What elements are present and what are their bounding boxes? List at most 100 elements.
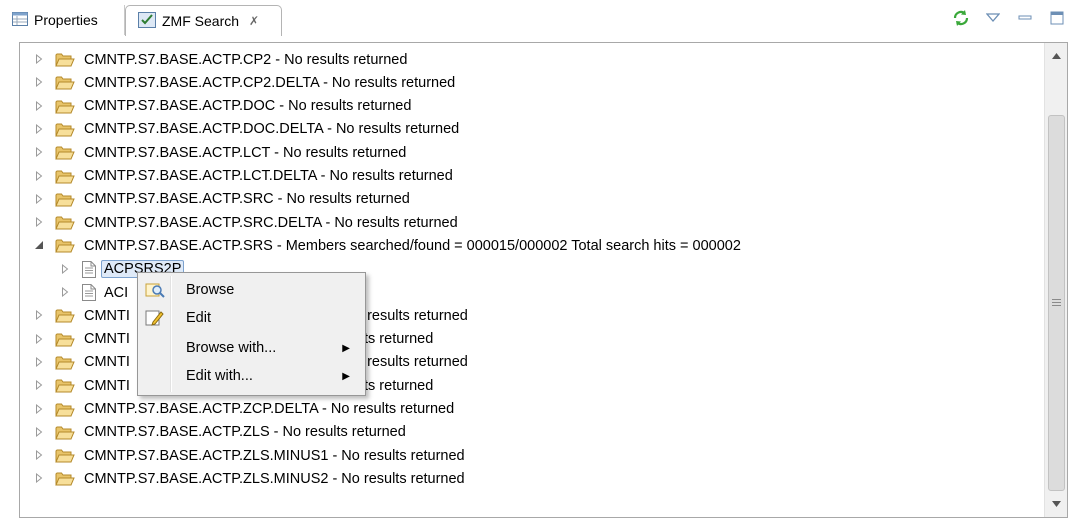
tree-item-label: CMNTP.S7.BASE.ACTP.CP2 - No results retu… <box>84 51 408 68</box>
folder-icon <box>55 145 75 165</box>
maximize-icon[interactable] <box>1048 9 1066 27</box>
tree-item-dataset[interactable]: CMNTP.S7.BASE.ACTP.LCT.DELTA - No result… <box>20 165 1040 188</box>
menu-item-edit-with[interactable]: Edit with... ▶ <box>141 362 362 390</box>
refresh-icon[interactable] <box>952 9 970 27</box>
submenu-arrow-icon: ▶ <box>342 342 350 354</box>
folder-icon <box>55 238 75 258</box>
expanded-arrow-icon[interactable] <box>34 240 44 250</box>
tree-item-dataset[interactable]: CMNTP.S7.BASE.ACTP.SRC - No results retu… <box>20 188 1040 211</box>
view-tab-bar: Properties ZMF Search ✗ <box>0 0 1076 36</box>
folder-icon <box>55 308 75 328</box>
menu-item-browse-label: Browse <box>186 282 235 298</box>
folder-icon <box>55 471 75 491</box>
collapsed-arrow-icon[interactable] <box>34 147 44 158</box>
tree-item-label: CMNTP.S7.BASE.ACTP.DOC - No results retu… <box>84 98 412 115</box>
scroll-grip-line <box>1052 305 1061 306</box>
folder-icon <box>55 122 75 142</box>
scroll-up-arrow-icon[interactable] <box>1045 47 1067 65</box>
tree-item-label: CMNTP.S7.BASE.ACTP.ZLS - No results retu… <box>84 424 406 441</box>
tree-item-dataset[interactable]: CMNTP.S7.BASE.ACTP.ZLS - No results retu… <box>20 421 1040 444</box>
collapsed-arrow-icon[interactable] <box>34 123 44 134</box>
folder-icon <box>55 378 75 398</box>
minimize-icon[interactable] <box>1016 9 1034 27</box>
tree-item-label: CMNTP.S7.BASE.ACTP.DOC.DELTA - No result… <box>84 121 460 138</box>
collapsed-arrow-icon[interactable] <box>34 310 44 321</box>
folder-icon <box>55 169 75 189</box>
tree-item-dataset[interactable]: CMNTP.S7.BASE.ACTP.SRS - Members searche… <box>20 234 1040 257</box>
scroll-grip-line <box>1052 302 1061 303</box>
tab-zmf-search-label: ZMF Search <box>162 13 240 29</box>
folder-icon <box>55 402 75 422</box>
collapsed-arrow-icon[interactable] <box>34 380 44 391</box>
tree-item-label-suffix: o results returned <box>355 354 468 371</box>
collapsed-arrow-icon[interactable] <box>60 263 70 274</box>
submenu-arrow-icon: ▶ <box>342 370 350 382</box>
browse-icon <box>144 280 166 300</box>
collapsed-arrow-icon[interactable] <box>34 403 44 414</box>
collapsed-arrow-icon[interactable] <box>34 193 44 204</box>
tree-item-label: CMNTP.S7.BASE.ACTP.CP2.DELTA - No result… <box>84 74 456 91</box>
collapsed-arrow-icon[interactable] <box>34 54 44 64</box>
menu-item-edit-label: Edit <box>186 310 211 326</box>
collapsed-arrow-icon[interactable] <box>34 217 44 228</box>
scroll-down-arrow-icon[interactable] <box>1045 495 1067 513</box>
tree-item-label: CMNTP.S7.BASE.ACTP.LCT.DELTA - No result… <box>84 168 453 184</box>
view-menu-icon[interactable] <box>984 9 1002 27</box>
menu-item-edit[interactable]: Edit <box>141 304 362 332</box>
tree-item-dataset[interactable]: CMNTP.S7.BASE.ACTP.ZCP.DELTA - No result… <box>20 398 1040 421</box>
tree-item-label: CMNTP.S7.BASE.ACTP.LCT - No results retu… <box>84 144 407 161</box>
tree-item-label: CMNTI <box>84 307 130 324</box>
tree-item-dataset[interactable]: CMNTP.S7.BASE.ACTP.DOC.DELTA - No result… <box>20 118 1040 141</box>
tree-item-dataset[interactable]: CMNTP.S7.BASE.ACTP.CP2 - No results retu… <box>20 48 1040 71</box>
view-toolbar <box>952 9 1066 27</box>
zmf-search-icon <box>138 11 156 31</box>
tree-item-label-suffix: ts returned <box>364 377 434 394</box>
folder-icon <box>55 425 75 445</box>
menu-item-browse-with-label: Browse with... <box>186 340 277 356</box>
tree-item-label-suffix: o results returned <box>355 307 468 324</box>
tree-item-label: ACI <box>104 284 129 301</box>
tree-item-label: CMNTP.S7.BASE.ACTP.SRC.DELTA - No result… <box>84 214 458 231</box>
folder-icon <box>55 99 75 119</box>
tree-item-label: CMNTP.S7.BASE.ACTP.ZLS.MINUS2 - No resul… <box>84 470 465 487</box>
collapsed-arrow-icon[interactable] <box>34 356 44 367</box>
close-icon[interactable]: ✗ <box>249 14 259 28</box>
tab-properties-label: Properties <box>34 12 98 28</box>
folder-icon <box>55 215 75 235</box>
collapsed-arrow-icon[interactable] <box>34 170 44 181</box>
collapsed-arrow-icon[interactable] <box>34 473 44 484</box>
collapsed-arrow-icon[interactable] <box>34 100 44 111</box>
context-menu: Browse Edit Browse with... ▶ Edit with..… <box>137 272 366 396</box>
tree-item-label: CMNTP.S7.BASE.ACTP.ZLS.MINUS1 - No resul… <box>84 447 465 464</box>
tree-item-label: CMNTP.S7.BASE.ACTP.SRS - Members searche… <box>84 237 741 254</box>
scrollbar-thumb[interactable] <box>1048 115 1065 491</box>
folder-icon <box>55 75 75 95</box>
scroll-grip-line <box>1052 299 1061 300</box>
tree-item-dataset[interactable]: CMNTP.S7.BASE.ACTP.LCT - No results retu… <box>20 141 1040 164</box>
folder-icon <box>55 448 75 468</box>
menu-item-edit-with-label: Edit with... <box>186 368 253 384</box>
file-icon <box>82 284 96 305</box>
tree-item-label: CMNTP.S7.BASE.ACTP.SRC - No results retu… <box>84 191 410 208</box>
collapsed-arrow-icon[interactable] <box>34 426 44 437</box>
tree-item-label: CMNTI <box>84 331 130 348</box>
tab-zmf-search[interactable]: ZMF Search ✗ <box>125 5 282 36</box>
menu-item-browse[interactable]: Browse <box>141 276 362 304</box>
tree-item-label: CMNTI <box>84 354 130 371</box>
tree-item-dataset[interactable]: CMNTP.S7.BASE.ACTP.ZLS.MINUS2 - No resul… <box>20 467 1040 490</box>
menu-item-browse-with[interactable]: Browse with... ▶ <box>141 334 362 362</box>
folder-icon <box>55 52 75 72</box>
file-icon <box>82 260 96 282</box>
tree-item-dataset[interactable]: CMNTP.S7.BASE.ACTP.SRC.DELTA - No result… <box>20 211 1040 234</box>
tab-properties[interactable]: Properties <box>0 5 125 35</box>
tree-item-dataset[interactable]: CMNTP.S7.BASE.ACTP.ZLS.MINUS1 - No resul… <box>20 444 1040 467</box>
collapsed-arrow-icon[interactable] <box>34 333 44 344</box>
tree-item-label-suffix: ts returned <box>364 331 434 348</box>
edit-pencil-icon <box>144 308 166 328</box>
collapsed-arrow-icon[interactable] <box>34 77 44 88</box>
tree-item-dataset[interactable]: CMNTP.S7.BASE.ACTP.CP2.DELTA - No result… <box>20 71 1040 94</box>
collapsed-arrow-icon[interactable] <box>34 450 44 461</box>
tree-item-dataset[interactable]: CMNTP.S7.BASE.ACTP.DOC - No results retu… <box>20 95 1040 118</box>
vertical-scrollbar[interactable] <box>1044 43 1067 517</box>
collapsed-arrow-icon[interactable] <box>60 287 70 297</box>
